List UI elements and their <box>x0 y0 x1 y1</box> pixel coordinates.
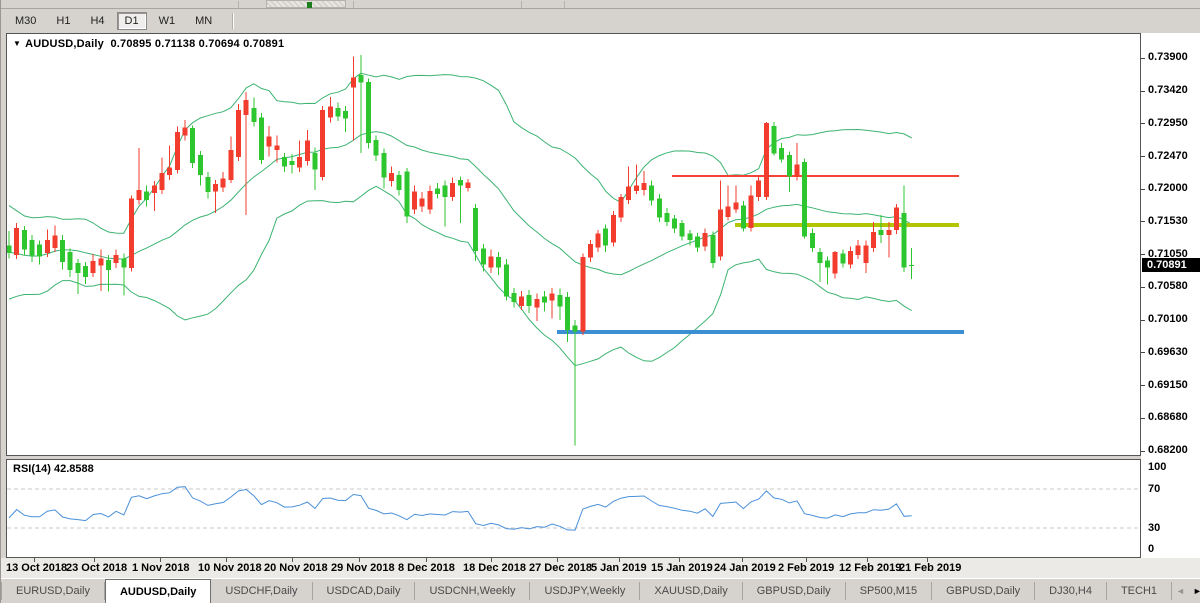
price-axis-label: 0.70100 <box>1148 313 1188 326</box>
tab-usdcnh-weekly[interactable]: USDCNH,Weekly <box>415 582 531 600</box>
chart-tab-bar: EURUSD,Daily AUDUSD,Daily USDCHF,Daily USDC… <box>1 578 1200 603</box>
timeframe-button-w1[interactable]: W1 <box>150 12 184 30</box>
date-axis-label: 15 Jan 2019 <box>651 562 713 574</box>
candlestick-chart[interactable] <box>7 34 1140 455</box>
date-axis-label: 8 Dec 2018 <box>398 562 455 574</box>
tab-xauusd-daily[interactable]: XAUUSD,Daily <box>640 582 743 600</box>
chart-icon-partial <box>307 2 312 8</box>
date-axis-label: 24 Jan 2019 <box>714 562 776 574</box>
price-axis-label: 0.69630 <box>1148 345 1188 358</box>
rsi-axis-label: 0 <box>1148 543 1155 555</box>
price-axis-label: 0.68680 <box>1148 411 1188 424</box>
date-axis-label: 29 Nov 2018 <box>331 562 395 574</box>
tab-tech1[interactable]: TECH1 <box>1107 582 1172 600</box>
timeframe-button-d1[interactable]: D1 <box>116 12 147 30</box>
tab-scroll-left-icon[interactable]: ◄ <box>1172 586 1189 596</box>
date-axis-label: 23 Oct 2018 <box>66 562 128 574</box>
rsi-label: RSI(14) 42.8588 <box>13 463 94 475</box>
price-axis-label: 0.73900 <box>1148 51 1188 64</box>
price-axis-label: 0.72950 <box>1148 116 1188 129</box>
mt4-window: M30 H1 H4 D1 W1 MN ▼ AUDUSD,Daily 0.70895… <box>0 0 1200 603</box>
tab-scroll-arrows: ◄ ► <box>1172 579 1200 603</box>
rsi-axis-label: 30 <box>1148 521 1161 534</box>
timeframe-button-m30[interactable]: M30 <box>7 12 45 30</box>
date-axis-label: 18 Dec 2018 <box>463 562 526 574</box>
price-axis-label: 0.69150 <box>1148 378 1188 391</box>
top-toolbar-sliver <box>1 0 1200 9</box>
date-axis-label: 21 Feb 2019 <box>899 562 962 574</box>
price-axis-label: 0.72000 <box>1148 182 1188 195</box>
date-axis-label: 27 Dec 2018 <box>529 562 592 574</box>
price-axis-label: 0.70580 <box>1148 280 1188 293</box>
tab-dj30-h4[interactable]: DJ30,H4 <box>1035 582 1107 600</box>
rsi-axis-label: 100 <box>1148 461 1167 473</box>
timeframe-button-h4[interactable]: H4 <box>82 12 113 30</box>
rsi-chart[interactable] <box>7 460 1140 557</box>
timeframe-button-mn[interactable]: MN <box>187 12 221 30</box>
symbol-dropdown-icon[interactable]: ▼ <box>13 39 21 48</box>
date-axis-label: 12 Feb 2019 <box>839 562 902 574</box>
price-axis[interactable] <box>1141 33 1200 558</box>
date-axis-label: 13 Oct 2018 <box>6 562 68 574</box>
date-axis-label: 20 Nov 2018 <box>264 562 328 574</box>
tab-usdjpy-weekly[interactable]: USDJPY,Weekly <box>530 582 641 600</box>
timeframe-button-h1[interactable]: H1 <box>48 12 79 30</box>
price-axis-label: 0.71530 <box>1148 214 1188 227</box>
tab-audusd-daily[interactable]: AUDUSD,Daily <box>104 579 212 603</box>
price-axis-label: 0.72470 <box>1148 149 1188 162</box>
tab-scroll-right-icon[interactable]: ► <box>1189 586 1200 596</box>
price-axis-label: 0.73420 <box>1148 84 1188 97</box>
timeframe-toolbar: M30 H1 H4 D1 W1 MN <box>1 10 1200 32</box>
chart-title: ▼ AUDUSD,Daily 0.70895 0.71138 0.70694 0.… <box>13 38 284 50</box>
date-axis-label: 1 Nov 2018 <box>132 562 190 574</box>
date-axis-label: 5 Jan 2019 <box>591 562 647 574</box>
date-axis-label: 2 Feb 2019 <box>778 562 835 574</box>
tab-eurusd-daily[interactable]: EURUSD,Daily <box>2 582 105 600</box>
date-axis-label: 10 Nov 2018 <box>198 562 262 574</box>
tab-gbpusd-daily[interactable]: GBPUSD,Daily <box>743 582 846 600</box>
chart-symbol: AUDUSD,Daily <box>25 38 104 50</box>
tab-usdcad-daily[interactable]: USDCAD,Daily <box>313 582 416 600</box>
current-price-tag: 0.70891 <box>1142 258 1200 272</box>
rsi-axis-label: 70 <box>1148 483 1161 496</box>
chart-ohlc-values: 0.70895 0.71138 0.70694 0.70891 <box>110 38 285 50</box>
tab-sp500-m15[interactable]: SP500,M15 <box>846 582 933 600</box>
toolbar-button-partial[interactable] <box>266 0 346 8</box>
tab-usdchf-daily[interactable]: USDCHF,Daily <box>211 582 313 600</box>
tab-gbpusd-daily[interactable]: GBPUSD,Daily <box>932 582 1036 600</box>
date-axis[interactable]: 13 Oct 2018 23 Oct 2018 1 Nov 2018 10 Nov 2… <box>1 558 1200 578</box>
toolbar-separator <box>232 13 234 29</box>
price-axis-label: 0.68200 <box>1148 444 1188 457</box>
